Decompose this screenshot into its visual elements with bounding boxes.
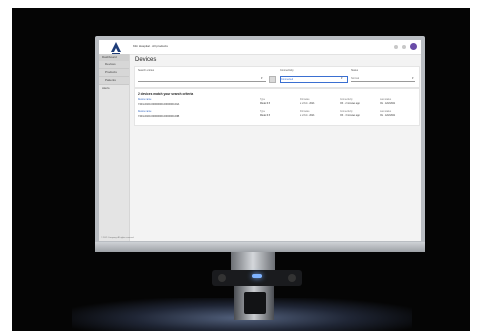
status-label: Last status xyxy=(380,99,392,101)
sidebar: Dashboard Devices Products Patients Aler… xyxy=(99,54,134,241)
status-led xyxy=(252,274,262,278)
stand-neck xyxy=(231,252,275,272)
status-value: Ok · 12/2/2021 xyxy=(380,103,396,105)
device-name-link[interactable]: Device name xyxy=(138,111,151,113)
sidebar-item-patients[interactable]: Patients xyxy=(99,77,129,85)
type-value: Model 3.5 xyxy=(260,103,271,105)
sidebar-item-products[interactable]: Products xyxy=(99,69,129,77)
table-row[interactable]: Device name 7401-0020-00000000-0000000-0… xyxy=(138,111,416,123)
status-select[interactable]: Normal xyxy=(351,76,415,82)
stand-knob xyxy=(218,274,226,282)
device-id: 7401-0020-00000000-0000000-00B xyxy=(138,115,180,118)
help-icon[interactable] xyxy=(394,44,398,49)
firmware-label: Firmware xyxy=(300,111,310,113)
firmware-value: v. 2.3.4 · 2021 xyxy=(300,103,315,105)
sidebar-item-dashboard[interactable]: Dashboard xyxy=(99,54,129,61)
screen: Kiln Hospital · All products Dashboard D… xyxy=(99,40,421,241)
user-avatar[interactable] xyxy=(410,43,417,50)
notifications-icon[interactable] xyxy=(402,44,406,49)
status-label: Status xyxy=(351,69,359,72)
connectivity-label: Connectivity xyxy=(280,69,294,72)
connectivity-label: Connectivity xyxy=(340,99,353,101)
device-id: 7401-0020-00000000-0000000-00A xyxy=(138,103,180,106)
search-input[interactable] xyxy=(138,76,266,82)
main-content: Devices Search entries ▾ Connectivity Co… xyxy=(130,54,421,241)
chevron-down-icon: ▾ xyxy=(412,76,414,80)
header-actions xyxy=(394,43,417,50)
type-label: Type xyxy=(260,111,265,113)
table-row[interactable]: Device name 7401-0020-00000000-0000000-0… xyxy=(138,99,416,111)
status-label: Last status xyxy=(380,111,392,113)
sidebar-item-devices[interactable]: Devices xyxy=(99,61,129,69)
monitor: Kiln Hospital · All products Dashboard D… xyxy=(95,36,425,252)
org-selector[interactable]: Kiln Hospital · All products xyxy=(133,44,168,48)
device-name-link[interactable]: Device name xyxy=(138,99,151,101)
search-button[interactable] xyxy=(269,76,276,83)
sidebar-item-alerts[interactable]: Alerts xyxy=(99,85,129,92)
type-label: Type xyxy=(260,99,265,101)
connectivity-value: OK · 2 minutes ago xyxy=(340,103,360,105)
results-panel: 2 devices match your search criteria Dev… xyxy=(134,88,420,126)
chevron-down-icon: ▾ xyxy=(261,76,263,80)
status-value: Ok · 12/2/2021 xyxy=(380,115,396,117)
monitor-bezel xyxy=(95,242,425,252)
filter-panel: Search entries ▾ Connectivity Connected … xyxy=(134,66,420,88)
chevron-down-icon: ▾ xyxy=(341,76,343,80)
stand-knob xyxy=(288,274,296,282)
page-title: Devices xyxy=(135,57,157,63)
brand-logo xyxy=(111,42,121,54)
type-value: Model 3.5 xyxy=(260,115,271,117)
search-label: Search entries xyxy=(138,69,155,72)
photo-backdrop: Kiln Hospital · All products Dashboard D… xyxy=(12,8,470,331)
stand-clamp xyxy=(244,292,266,314)
firmware-value: v. 2.3.4 · 2021 xyxy=(300,115,315,117)
app-header: Kiln Hospital · All products xyxy=(99,40,421,55)
firmware-label: Firmware xyxy=(300,99,310,101)
results-title: 2 devices match your search criteria xyxy=(138,92,194,96)
connectivity-label: Connectivity xyxy=(340,111,353,113)
connectivity-select[interactable]: Connected xyxy=(280,76,348,83)
connectivity-value: OK · 3 minutes ago xyxy=(340,115,360,117)
